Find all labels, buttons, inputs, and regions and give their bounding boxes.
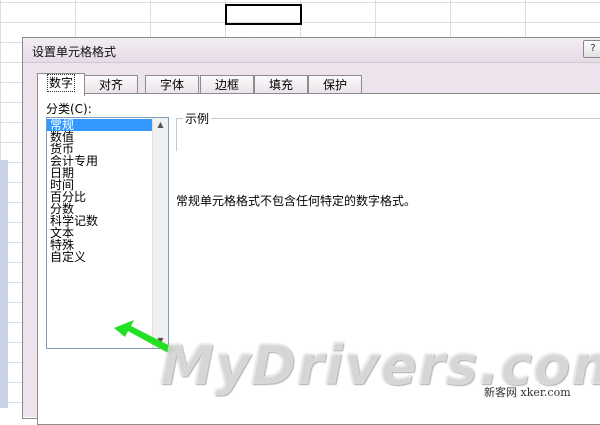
site-credit: 新客网 xker.com xyxy=(484,386,571,399)
category-scrollbar[interactable]: ▲ ▼ xyxy=(152,118,168,348)
row-header-strip xyxy=(0,160,8,408)
tab-protection[interactable]: 保护 xyxy=(308,75,362,94)
tab-font[interactable]: 字体 xyxy=(145,75,199,94)
category-list: 常规 数值 货币 会计专用 日期 时间 百分比 分数 科学记数 文本 特殊 自定… xyxy=(47,119,152,263)
sample-label: 示例 xyxy=(183,110,212,127)
category-listbox[interactable]: 常规 数值 货币 会计专用 日期 时间 百分比 分数 科学记数 文本 特殊 自定… xyxy=(46,117,169,349)
format-description: 常规单元格格式不包含任何特定的数字格式。 xyxy=(176,194,417,208)
dialog-title: 设置单元格格式 xyxy=(32,45,117,59)
tab-border[interactable]: 边框 xyxy=(200,75,254,94)
help-icon[interactable]: ? xyxy=(583,40,600,58)
scroll-up-icon[interactable]: ▲ xyxy=(153,118,168,132)
sample-group: 示例 xyxy=(176,110,600,151)
tab-alignment[interactable]: 对齐 xyxy=(84,75,138,94)
dialog-titlebar[interactable]: 设置单元格格式 ? xyxy=(23,38,600,63)
tab-strip: 数字 对齐 字体 边框 填充 保护 xyxy=(37,73,600,96)
active-cell[interactable] xyxy=(225,4,302,25)
category-label: 分类(C): xyxy=(46,102,92,116)
tab-fill[interactable]: 填充 xyxy=(254,75,308,94)
category-item-custom[interactable]: 自定义 xyxy=(47,251,152,263)
tab-number[interactable]: 数字 xyxy=(37,73,85,96)
